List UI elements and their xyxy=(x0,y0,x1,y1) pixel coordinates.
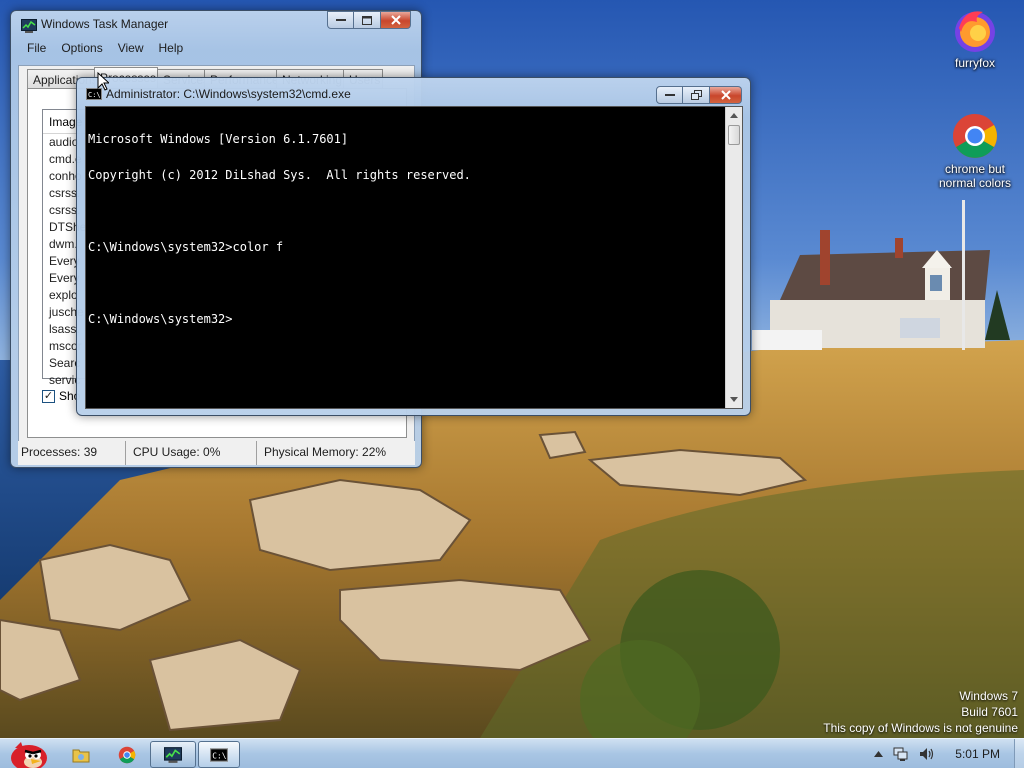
cmd-window[interactable]: C:\ Administrator: C:\Windows\system32\c… xyxy=(76,77,751,416)
watermark-notice: This copy of Windows is not genuine xyxy=(823,721,1018,735)
status-memory: Physical Memory: 22% xyxy=(264,445,387,459)
console-prompt: C:\Windows\system32> xyxy=(88,312,233,326)
taskbar: C:\ 5:01 PM xyxy=(0,738,1024,768)
console-line: Copyright (c) 2012 DiLshad Sys. All righ… xyxy=(88,168,471,182)
show-hidden-icons-icon[interactable] xyxy=(874,751,884,757)
network-icon[interactable] xyxy=(893,747,909,762)
console-output[interactable]: Microsoft Windows [Version 6.1.7601] Cop… xyxy=(88,109,724,349)
svg-text:C:\: C:\ xyxy=(88,91,101,99)
menu-view[interactable]: View xyxy=(118,41,144,61)
explorer-icon xyxy=(72,749,90,762)
arrow-down-icon xyxy=(730,397,738,402)
menu-help[interactable]: Help xyxy=(159,41,184,61)
console-line: Microsoft Windows [Version 6.1.7601] xyxy=(88,132,349,146)
close-button[interactable] xyxy=(710,86,742,104)
status-bar: Processes: 39 CPU Usage: 0% Physical Mem… xyxy=(18,441,415,465)
minimize-icon xyxy=(664,94,675,96)
window-title: Administrator: C:\Windows\system32\cmd.e… xyxy=(106,87,351,101)
desktop-icon-firefox[interactable]: furryfox xyxy=(927,6,1023,70)
desktop-icon-label: furryfox xyxy=(954,56,995,70)
window-title: Windows Task Manager xyxy=(41,17,169,31)
status-processes: Processes: 39 xyxy=(18,441,126,465)
task-manager-icon xyxy=(21,19,37,33)
maximize-button[interactable] xyxy=(354,11,381,29)
scroll-down-button[interactable] xyxy=(726,391,742,408)
restore-button[interactable] xyxy=(683,86,710,104)
mouse-cursor-icon xyxy=(97,72,109,91)
cmd-icon: C:\ xyxy=(210,747,228,762)
chrome-icon xyxy=(118,746,136,763)
maximize-icon xyxy=(362,15,372,25)
scroll-thumb[interactable] xyxy=(728,125,740,145)
restore-icon xyxy=(690,90,702,100)
taskbar-chrome[interactable] xyxy=(98,741,156,768)
menu-bar: File Options View Help xyxy=(17,41,183,61)
menu-file[interactable]: File xyxy=(27,41,46,61)
minimize-button[interactable] xyxy=(327,11,354,29)
volume-icon[interactable] xyxy=(919,747,935,761)
desktop-icon-label: chrome but normal colors xyxy=(938,162,1012,190)
minimize-button[interactable] xyxy=(656,86,683,104)
chrome-icon xyxy=(953,114,997,158)
task-manager-icon xyxy=(164,746,182,763)
caption-buttons xyxy=(656,86,742,104)
show-desktop-button[interactable] xyxy=(1014,739,1024,768)
taskbar-task-manager[interactable] xyxy=(150,741,196,768)
start-button[interactable] xyxy=(2,741,52,768)
show-all-checkbox[interactable]: ✓ xyxy=(42,389,55,403)
console-area[interactable]: Microsoft Windows [Version 6.1.7601] Cop… xyxy=(85,106,743,409)
scroll-up-button[interactable] xyxy=(726,107,742,124)
watermark-build: Build 7601 xyxy=(961,705,1018,719)
system-tray: 5:01 PM xyxy=(874,739,1000,768)
angry-bird-start-icon xyxy=(11,741,47,768)
status-cpu: CPU Usage: 0% xyxy=(126,441,257,465)
watermark-os: Windows 7 xyxy=(959,689,1018,703)
vertical-scrollbar[interactable] xyxy=(725,107,742,408)
firefox-icon xyxy=(955,11,995,52)
clock[interactable]: 5:01 PM xyxy=(955,747,1000,761)
close-icon xyxy=(720,90,731,100)
close-icon xyxy=(390,15,401,25)
svg-text:C:\: C:\ xyxy=(212,751,226,760)
minimize-icon xyxy=(335,19,346,21)
menu-options[interactable]: Options xyxy=(61,41,102,61)
caption-buttons xyxy=(327,11,411,29)
desktop-icon-chrome[interactable]: chrome but normal colors xyxy=(927,112,1023,190)
close-button[interactable] xyxy=(381,11,411,29)
arrow-up-icon xyxy=(730,113,738,118)
taskbar-cmd[interactable]: C:\ xyxy=(198,741,240,768)
show-all-processes[interactable]: ✓ Sho xyxy=(42,389,80,403)
genuine-watermark: Windows 7 Build 7601 This copy of Window… xyxy=(823,688,1018,736)
console-line: C:\Windows\system32>color f xyxy=(88,240,284,254)
